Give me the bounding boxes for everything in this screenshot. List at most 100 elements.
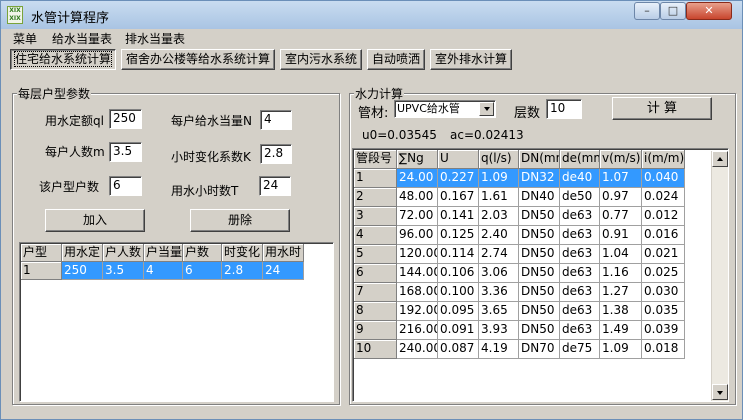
row-header-cell[interactable]: 7 [354, 283, 397, 302]
table-cell[interactable]: 0.091 [438, 321, 479, 340]
table-cell[interactable]: 120.00 [397, 245, 438, 264]
column-header[interactable]: U [438, 150, 479, 169]
table-cell[interactable]: 96.00 [397, 226, 438, 245]
add-button[interactable]: 加入 [45, 209, 145, 232]
table-cell[interactable]: de75 [560, 340, 600, 359]
table-cell[interactable]: 4.19 [479, 340, 519, 359]
table-cell[interactable]: 0.141 [438, 207, 479, 226]
table-cell[interactable]: 144.00 [397, 264, 438, 283]
table-cell[interactable]: 0.021 [642, 245, 685, 264]
table-cell[interactable]: DN32 [519, 169, 560, 188]
title-bar[interactable]: XIX XIX 水管计算程序 – □ ✕ [1, 1, 742, 29]
calculate-button[interactable]: 计 算 [612, 97, 712, 120]
table-cell[interactable]: 216.00 [397, 321, 438, 340]
table-cell[interactable]: 192.00 [397, 302, 438, 321]
table-cell[interactable]: de63 [560, 245, 600, 264]
row-header-cell[interactable]: 4 [354, 226, 397, 245]
tab-sprinkler[interactable]: 自动喷洒 [367, 49, 425, 70]
scroll-up-icon[interactable] [712, 151, 728, 167]
column-header[interactable]: 用水定 [62, 244, 103, 262]
table-cell[interactable]: 168.00 [397, 283, 438, 302]
table-cell[interactable]: DN40 [519, 188, 560, 207]
table-cell[interactable]: DN50 [519, 283, 560, 302]
table-cell[interactable]: 2.8 [222, 262, 263, 280]
table-cell[interactable]: de63 [560, 321, 600, 340]
table-cell[interactable]: 1.27 [600, 283, 642, 302]
table-cell[interactable]: 0.125 [438, 226, 479, 245]
row-header-cell[interactable]: 1 [354, 169, 397, 188]
column-header[interactable]: 管段号 [354, 150, 397, 169]
menu-item-drain-equiv[interactable]: 排水当量表 [125, 30, 185, 47]
row-header-cell[interactable]: 9 [354, 321, 397, 340]
column-header[interactable]: 户人数 [103, 244, 144, 262]
table-cell[interactable]: 48.00 [397, 188, 438, 207]
table-cell[interactable]: 1.07 [600, 169, 642, 188]
table-cell[interactable]: 6 [183, 262, 222, 280]
table-cell[interactable]: DN50 [519, 207, 560, 226]
column-header[interactable]: v(m/s) [600, 150, 642, 169]
hours-input[interactable]: 24 [259, 176, 291, 196]
household-equiv-input[interactable]: 4 [260, 110, 292, 130]
water-quota-input[interactable]: 250 [109, 109, 142, 129]
table-cell[interactable]: 2.74 [479, 245, 519, 264]
table-cell[interactable]: 0.039 [642, 321, 685, 340]
table-cell[interactable]: 0.012 [642, 207, 685, 226]
menu-item-supply-equiv[interactable]: 给水当量表 [52, 30, 112, 47]
table-cell[interactable]: 24.00 [397, 169, 438, 188]
floors-input[interactable]: 10 [546, 99, 582, 119]
column-header[interactable]: 户当量 [144, 244, 183, 262]
table-cell[interactable]: 1.61 [479, 188, 519, 207]
table-cell[interactable]: 1.16 [600, 264, 642, 283]
table-cell[interactable]: 0.016 [642, 226, 685, 245]
row-header-cell[interactable]: 10 [354, 340, 397, 359]
table-cell[interactable]: 1.04 [600, 245, 642, 264]
column-header[interactable]: q(l/s) [479, 150, 519, 169]
column-header[interactable]: 时变化 [222, 244, 263, 262]
table-cell[interactable]: de63 [560, 264, 600, 283]
table-cell[interactable]: 72.00 [397, 207, 438, 226]
table-cell[interactable]: 0.77 [600, 207, 642, 226]
table-cell[interactable]: 24 [263, 262, 304, 280]
table-cell[interactable]: de63 [560, 207, 600, 226]
persons-input[interactable]: 3.5 [109, 142, 142, 162]
table-cell[interactable]: 0.095 [438, 302, 479, 321]
hour-coef-input[interactable]: 2.8 [260, 144, 292, 164]
row-header-cell[interactable]: 3 [354, 207, 397, 226]
row-header-cell[interactable]: 2 [354, 188, 397, 207]
table-cell[interactable]: 2.40 [479, 226, 519, 245]
tab-dormitory-office[interactable]: 宿舍办公楼等给水系统计算 [121, 49, 275, 70]
column-header[interactable]: i(m/m) [642, 150, 685, 169]
table-cell[interactable]: DN50 [519, 302, 560, 321]
column-header[interactable]: de(mm) [560, 150, 600, 169]
table-cell[interactable]: 1.49 [600, 321, 642, 340]
table-cell[interactable]: 0.91 [600, 226, 642, 245]
column-header[interactable]: 用水时 [263, 244, 304, 262]
table-cell[interactable]: DN50 [519, 245, 560, 264]
menu-item-main[interactable]: 菜单 [13, 30, 37, 47]
table-cell[interactable]: 4 [144, 262, 183, 280]
row-header-cell[interactable]: 8 [354, 302, 397, 321]
hydraulic-table[interactable]: 管段号∑NgUq(l/s)DN(mmde(mm)v(m/s)i(m/m)124.… [352, 148, 729, 402]
table-cell[interactable]: DN50 [519, 264, 560, 283]
table-cell[interactable]: 0.100 [438, 283, 479, 302]
table-cell[interactable]: 1.38 [600, 302, 642, 321]
table-cell[interactable]: 0.024 [642, 188, 685, 207]
tab-outdoor-drainage[interactable]: 室外排水计算 [430, 49, 512, 70]
table-cell[interactable]: de63 [560, 226, 600, 245]
table-cell[interactable]: 3.5 [103, 262, 144, 280]
table-cell[interactable]: 3.06 [479, 264, 519, 283]
tab-indoor-sewage[interactable]: 室内污水系统 [280, 49, 362, 70]
table-cell[interactable]: 0.025 [642, 264, 685, 283]
table-cell[interactable]: 0.97 [600, 188, 642, 207]
row-header-cell[interactable]: 5 [354, 245, 397, 264]
table-cell[interactable]: 2.03 [479, 207, 519, 226]
table-cell[interactable]: 250 [62, 262, 103, 280]
maximize-button[interactable]: □ [660, 2, 686, 20]
minimize-button[interactable]: – [634, 2, 660, 20]
table-cell[interactable]: de63 [560, 283, 600, 302]
table-cell[interactable]: 0.106 [438, 264, 479, 283]
pipe-material-select[interactable]: UPVC给水管 [394, 100, 496, 118]
table-cell[interactable]: 0.114 [438, 245, 479, 264]
household-table[interactable]: 户型 用水定 户人数 户当量 户数 时变化 用水时 1 250 3.5 4 6 2.8 24 [19, 242, 334, 402]
row-header-cell[interactable]: 6 [354, 264, 397, 283]
